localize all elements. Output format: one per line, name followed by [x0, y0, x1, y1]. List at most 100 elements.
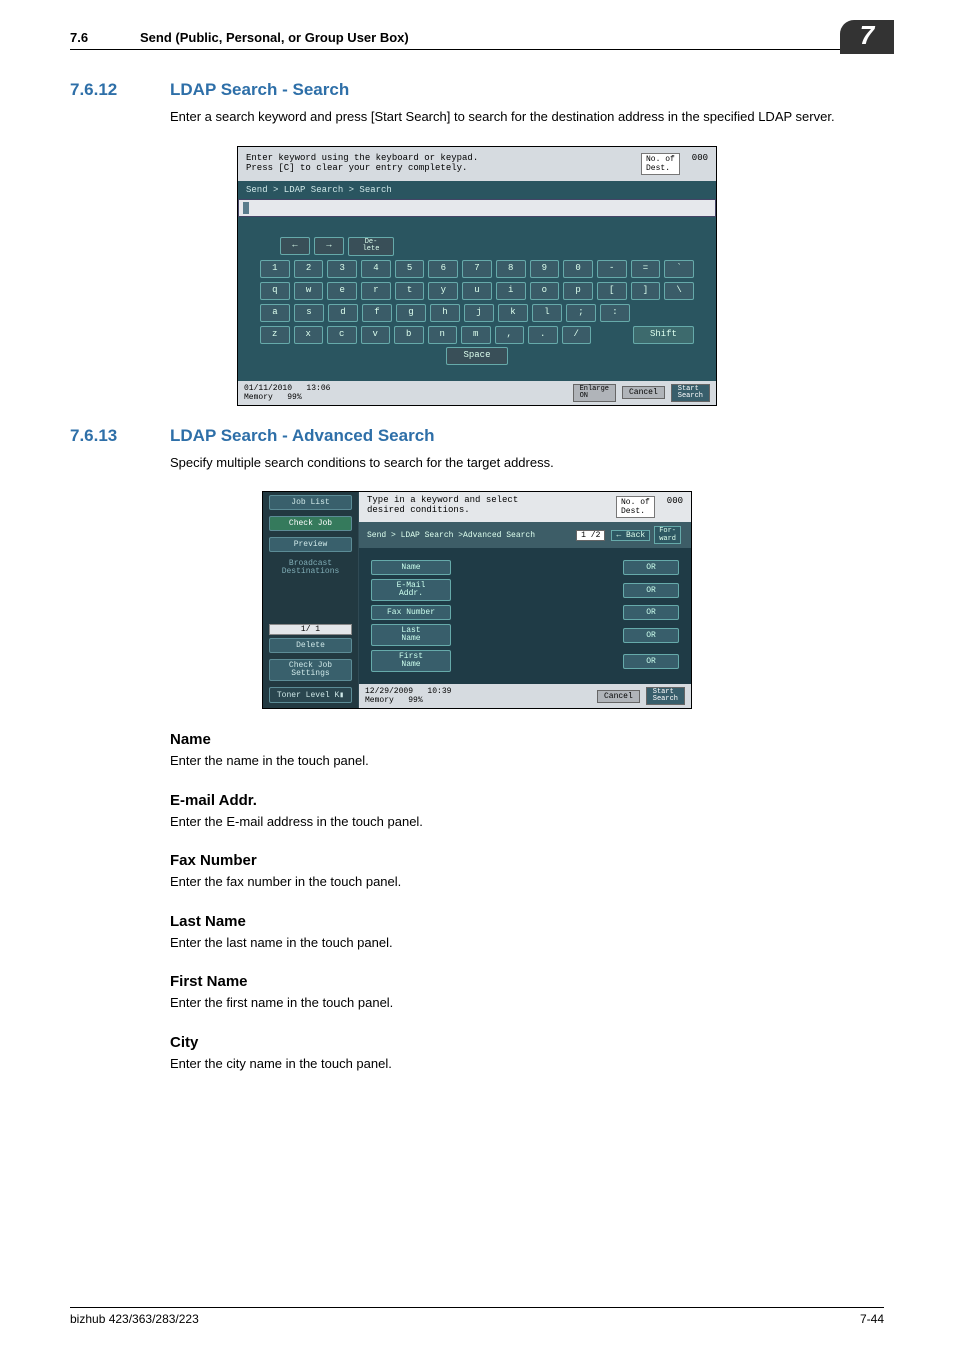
key-7[interactable]: 7 [462, 260, 492, 278]
delete-button[interactable]: Delete [269, 638, 352, 653]
key-l[interactable]: l [532, 304, 562, 322]
key-8[interactable]: 8 [496, 260, 526, 278]
key-x[interactable]: x [294, 326, 324, 344]
status-date: 01/11/2010 [244, 384, 292, 393]
name-field-button[interactable]: Name [371, 560, 451, 575]
dest-count-value: 000 [692, 153, 708, 175]
key-d[interactable]: d [328, 304, 358, 322]
key-\[interactable]: \ [664, 282, 694, 300]
cancel-button[interactable]: Cancel [622, 386, 665, 399]
def-heading: First Name [170, 973, 884, 990]
page-header: 7.6 Send (Public, Personal, or Group Use… [70, 30, 884, 50]
arrow-right-key[interactable]: → [314, 237, 344, 255]
section-title: Send (Public, Personal, or Group User Bo… [140, 30, 884, 45]
check-job-settings-button[interactable]: Check Job Settings [269, 659, 352, 681]
key-h[interactable]: h [430, 304, 460, 322]
dest-count-box: No. of Dest. [641, 153, 680, 175]
page-indicator: 1 /2 [576, 530, 605, 541]
key-f[interactable]: f [362, 304, 392, 322]
fax-field-button[interactable]: Fax Number [371, 605, 451, 620]
enlarge-button[interactable]: Enlarge ON [573, 384, 616, 402]
key-c[interactable]: c [327, 326, 357, 344]
key-/[interactable]: / [562, 326, 592, 344]
page-indicator: 1/ 1 [269, 624, 352, 635]
key-p[interactable]: p [563, 282, 593, 300]
heading-title: LDAP Search - Search [170, 80, 349, 100]
key-w[interactable]: w [294, 282, 324, 300]
cancel-button[interactable]: Cancel [597, 690, 640, 703]
preview-button[interactable]: Preview [269, 537, 352, 552]
key-g[interactable]: g [396, 304, 426, 322]
status-mem: 99% [408, 696, 422, 705]
def-para: Enter the last name in the touch panel. [170, 934, 884, 952]
key-3[interactable]: 3 [327, 260, 357, 278]
firstname-field-button[interactable]: First Name [371, 650, 451, 672]
key-y[interactable]: y [428, 282, 458, 300]
key-2[interactable]: 2 [294, 260, 324, 278]
back-button[interactable]: ← Back [611, 530, 650, 541]
status-mem-label: Memory [244, 393, 273, 402]
key-.[interactable]: . [528, 326, 558, 344]
space-key[interactable]: Space [446, 347, 508, 365]
key--[interactable]: - [597, 260, 627, 278]
def-heading: Fax Number [170, 852, 884, 869]
status-mem: 99% [287, 393, 301, 402]
key-k[interactable]: k [498, 304, 528, 322]
key-9[interactable]: 9 [530, 260, 560, 278]
search-input[interactable] [238, 199, 716, 217]
key-,[interactable]: , [495, 326, 525, 344]
status-time: 10:39 [427, 687, 451, 696]
key-5[interactable]: 5 [395, 260, 425, 278]
delete-key[interactable]: De- lete [348, 237, 394, 256]
key-s[interactable]: s [294, 304, 324, 322]
email-field-button[interactable]: E-Mail Addr. [371, 579, 451, 601]
job-list-button[interactable]: Job List [269, 495, 352, 510]
key-`[interactable]: ` [664, 260, 694, 278]
key-][interactable]: ] [631, 282, 661, 300]
key-r[interactable]: r [361, 282, 391, 300]
key-t[interactable]: t [395, 282, 425, 300]
key-v[interactable]: v [361, 326, 391, 344]
start-search-button[interactable]: Start Search [671, 384, 710, 402]
page-footer: bizhub 423/363/283/223 7-44 [70, 1307, 884, 1326]
key-o[interactable]: o [530, 282, 560, 300]
def-para: Enter the city name in the touch panel. [170, 1055, 884, 1073]
ldap-advanced-search-screenshot: Job List Check Job Preview Broadcast Des… [262, 491, 692, 709]
shift-key[interactable]: Shift [633, 326, 694, 344]
key-z[interactable]: z [260, 326, 290, 344]
key-i[interactable]: i [496, 282, 526, 300]
or-button[interactable]: OR [623, 560, 679, 575]
or-button[interactable]: OR [623, 583, 679, 598]
key-=[interactable]: = [631, 260, 661, 278]
lastname-field-button[interactable]: Last Name [371, 624, 451, 646]
heading-title: LDAP Search - Advanced Search [170, 426, 435, 446]
or-button[interactable]: OR [623, 654, 679, 669]
key-e[interactable]: e [327, 282, 357, 300]
key-b[interactable]: b [394, 326, 424, 344]
forward-button[interactable]: For- ward [654, 526, 681, 544]
key-q[interactable]: q [260, 282, 290, 300]
key-j[interactable]: j [464, 304, 494, 322]
key-n[interactable]: n [428, 326, 458, 344]
key-u[interactable]: u [462, 282, 492, 300]
ldap-search-screenshot: Enter keyword using the keyboard or keyp… [237, 146, 717, 406]
key-6[interactable]: 6 [428, 260, 458, 278]
key-:[interactable]: : [600, 304, 630, 322]
arrow-left-key[interactable]: ← [280, 237, 310, 255]
start-search-button[interactable]: Start Search [646, 687, 685, 705]
key-1[interactable]: 1 [260, 260, 290, 278]
key-[[interactable]: [ [597, 282, 627, 300]
key-a[interactable]: a [260, 304, 290, 322]
or-button[interactable]: OR [623, 605, 679, 620]
footer-pageno: 7-44 [860, 1312, 884, 1326]
key-m[interactable]: m [461, 326, 491, 344]
key-4[interactable]: 4 [361, 260, 391, 278]
paragraph: Enter a search keyword and press [Start … [170, 108, 884, 126]
status-time: 13:06 [306, 384, 330, 393]
check-job-button[interactable]: Check Job [269, 516, 352, 531]
key-;[interactable]: ; [566, 304, 596, 322]
or-button[interactable]: OR [623, 628, 679, 643]
toner-level-indicator: Toner Level K▮ [269, 687, 352, 703]
key-0[interactable]: 0 [563, 260, 593, 278]
keyboard-row-4: zxcvbnm,./ Shift [238, 324, 716, 346]
